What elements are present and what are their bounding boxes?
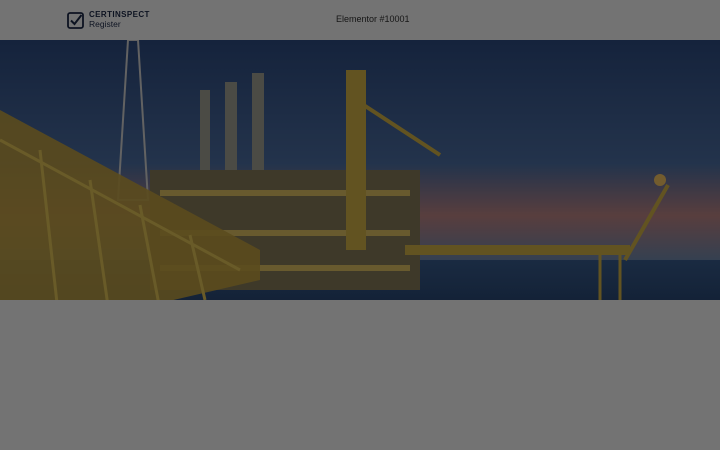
- site-logo[interactable]: CERTINSPECT Register: [67, 10, 150, 30]
- page-title: Elementor #10001: [336, 14, 410, 24]
- offshore-oil-rig-photo: [0, 40, 720, 340]
- logo-brand-name: CERTINSPECT: [89, 10, 150, 20]
- hero-image: [0, 40, 720, 340]
- checkbox-check-icon: [67, 11, 84, 29]
- logo-subtitle: Register: [89, 19, 121, 30]
- site-header: CERTINSPECT Register Elementor #10001: [0, 0, 720, 40]
- page-content-area: [0, 300, 720, 450]
